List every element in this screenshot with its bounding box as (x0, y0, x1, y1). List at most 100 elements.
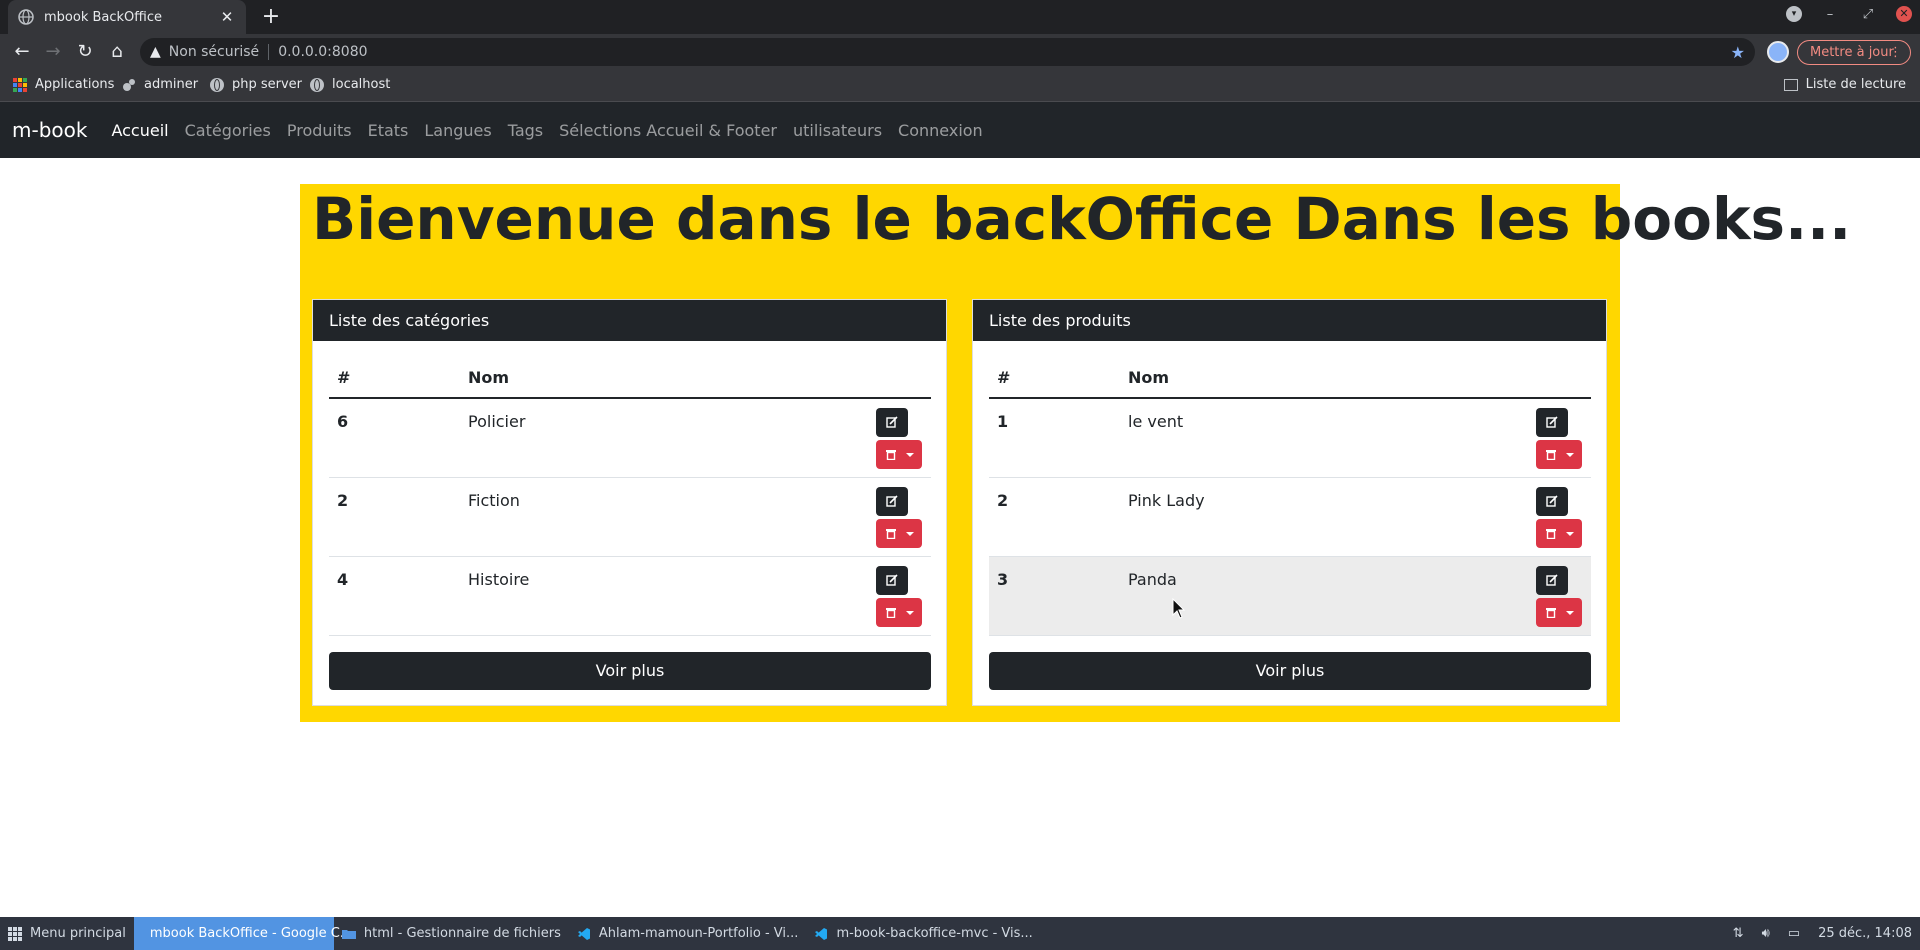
nav-langues[interactable]: Langues (424, 121, 491, 140)
reading-list[interactable]: Liste de lecture (1783, 77, 1906, 92)
delete-dropdown-button[interactable] (1536, 440, 1582, 469)
bookmark-adminer[interactable]: adminer (122, 77, 198, 92)
edit-button[interactable] (876, 566, 908, 595)
bookmark-star-icon[interactable]: ★ (1731, 43, 1745, 62)
network-icon[interactable]: ⇅ (1733, 926, 1744, 941)
caret-down-icon (906, 532, 914, 536)
voir-plus-button[interactable]: Voir plus (989, 652, 1591, 690)
update-button-label: Mettre à jour (1810, 45, 1894, 60)
bookmark-php-server[interactable]: php server (210, 77, 302, 92)
brand-logo[interactable]: m-book (12, 118, 87, 142)
taskbar-item-vscode-mbook[interactable]: m-book-backoffice-mvc - Vis... (806, 917, 1040, 950)
row-name: Histoire (468, 570, 530, 589)
categories-card: Liste des catégories # Nom 6 Policier 2 … (312, 299, 947, 706)
tab-search-icon[interactable]: ▾ (1786, 6, 1802, 22)
caret-down-icon (1566, 532, 1574, 536)
taskbar-item-label: html - Gestionnaire de fichiers (363, 926, 561, 941)
trash-icon (1546, 529, 1556, 539)
edit-button[interactable] (1536, 487, 1568, 516)
table-row: 1 le vent (989, 399, 1591, 478)
close-window-icon[interactable]: ✕ (1896, 6, 1912, 22)
adminer-icon (123, 78, 135, 91)
card-header: Liste des catégories (313, 300, 946, 341)
home-icon[interactable]: ⌂ (105, 40, 129, 64)
nav-tags[interactable]: Tags (508, 121, 543, 140)
minimize-icon[interactable]: – (1820, 7, 1840, 22)
products-card: Liste des produits # Nom 1 le vent 2 Pin… (972, 299, 1607, 706)
voir-plus-button[interactable]: Voir plus (329, 652, 931, 690)
edit-icon (886, 495, 898, 507)
table-row: 4 Histoire (329, 557, 931, 636)
table-header: # Nom (329, 357, 931, 399)
profile-avatar[interactable] (1767, 41, 1789, 63)
maximize-icon[interactable]: ⤢ (1858, 7, 1878, 22)
edit-button[interactable] (1536, 408, 1568, 437)
row-id: 4 (337, 570, 349, 589)
delete-dropdown-button[interactable] (876, 519, 922, 548)
update-button[interactable]: Mettre à jour ⋮ (1797, 40, 1911, 65)
row-name: Panda (1128, 570, 1177, 589)
edit-icon (886, 416, 898, 428)
bookmark-localhost[interactable]: localhost (310, 77, 390, 92)
row-id: 1 (997, 412, 1009, 431)
nav-produits[interactable]: Produits (287, 121, 352, 140)
edit-button[interactable] (876, 408, 908, 437)
row-name: Fiction (468, 491, 520, 510)
nav-selections[interactable]: Sélections Accueil & Footer (559, 121, 777, 140)
edit-button[interactable] (876, 487, 908, 516)
edit-icon (1546, 574, 1558, 586)
trash-icon (1546, 450, 1556, 460)
forward-icon[interactable]: → (41, 40, 65, 64)
nav-utilisateurs[interactable]: utilisateurs (793, 121, 882, 140)
window-controls: ▾ – ⤢ ✕ (1786, 6, 1912, 22)
security-label: Non sécurisé (168, 44, 260, 60)
divider (268, 44, 270, 60)
browser-tab[interactable]: mbook BackOffice ✕ (8, 0, 246, 34)
welcome-jumbotron: Bienvenue dans le backOffice Dans les bo… (300, 184, 1851, 722)
row-id: 6 (337, 412, 349, 431)
delete-dropdown-button[interactable] (876, 598, 922, 627)
card-header: Liste des produits (973, 300, 1606, 341)
mouse-cursor-icon (1172, 598, 1186, 619)
app-navbar: m-book Accueil Catégories Produits Etats… (0, 102, 1920, 158)
nav-connexion[interactable]: Connexion (898, 121, 983, 140)
main-menu-button[interactable]: Menu principal (0, 917, 134, 950)
new-tab-button[interactable]: + (258, 4, 284, 30)
nav-etats[interactable]: Etats (368, 121, 409, 140)
delete-dropdown-button[interactable] (1536, 598, 1582, 627)
battery-icon[interactable]: ▭ (1788, 926, 1800, 941)
address-bar[interactable]: ▲ Non sécurisé 0.0.0.0:8080 ★ (140, 38, 1755, 66)
card-body: # Nom 6 Policier 2 Fiction 4 Histoire Vo… (313, 341, 946, 706)
kebab-menu-icon: ⋮ (1889, 45, 1902, 60)
nav-categories[interactable]: Catégories (185, 121, 271, 140)
card-body: # Nom 1 le vent 2 Pink Lady 3 Panda Voir… (973, 341, 1606, 706)
close-tab-icon[interactable]: ✕ (218, 8, 236, 26)
reading-list-label: Liste de lecture (1805, 77, 1906, 92)
taskbar-item-chrome[interactable]: mbook BackOffice - Google C... (133, 917, 352, 950)
reload-icon[interactable]: ↻ (73, 40, 97, 64)
volume-icon[interactable]: 🔊︎ (1762, 926, 1770, 941)
delete-dropdown-button[interactable] (876, 440, 922, 469)
delete-dropdown-button[interactable] (1536, 519, 1582, 548)
bookmarks-bar: Applications adminer php server localhos… (0, 70, 1920, 102)
warning-icon: ▲ (150, 44, 161, 60)
bookmark-applications[interactable]: Applications (13, 77, 114, 92)
table-row: 3 Panda (989, 557, 1591, 636)
taskbar-item-vscode-portfolio[interactable]: Ahlam-mamoun-Portfolio - Vi... (569, 917, 807, 950)
nav-accueil[interactable]: Accueil (111, 121, 168, 140)
categories-table: # Nom 6 Policier 2 Fiction 4 Histoire (329, 357, 931, 636)
trash-icon (886, 608, 896, 618)
clock[interactable]: 25 déc., 14:08 (1818, 926, 1912, 941)
back-icon[interactable]: ← (10, 40, 34, 64)
bookmark-label: localhost (332, 77, 391, 92)
browser-tab-bar: mbook BackOffice ✕ + ▾ – ⤢ ✕ (0, 0, 1920, 34)
taskbar-item-files[interactable]: html - Gestionnaire de fichiers (334, 917, 569, 950)
folder-icon (341, 929, 356, 939)
products-table: # Nom 1 le vent 2 Pink Lady 3 Panda (989, 357, 1591, 636)
globe-icon (310, 77, 324, 92)
table-row: 6 Policier (329, 399, 931, 478)
bookmark-label: Applications (35, 77, 115, 92)
table-header: # Nom (989, 357, 1591, 399)
browser-toolbar: ← → ↻ ⌂ ▲ Non sécurisé 0.0.0.0:8080 ★ Me… (0, 34, 1920, 70)
edit-button[interactable] (1536, 566, 1568, 595)
